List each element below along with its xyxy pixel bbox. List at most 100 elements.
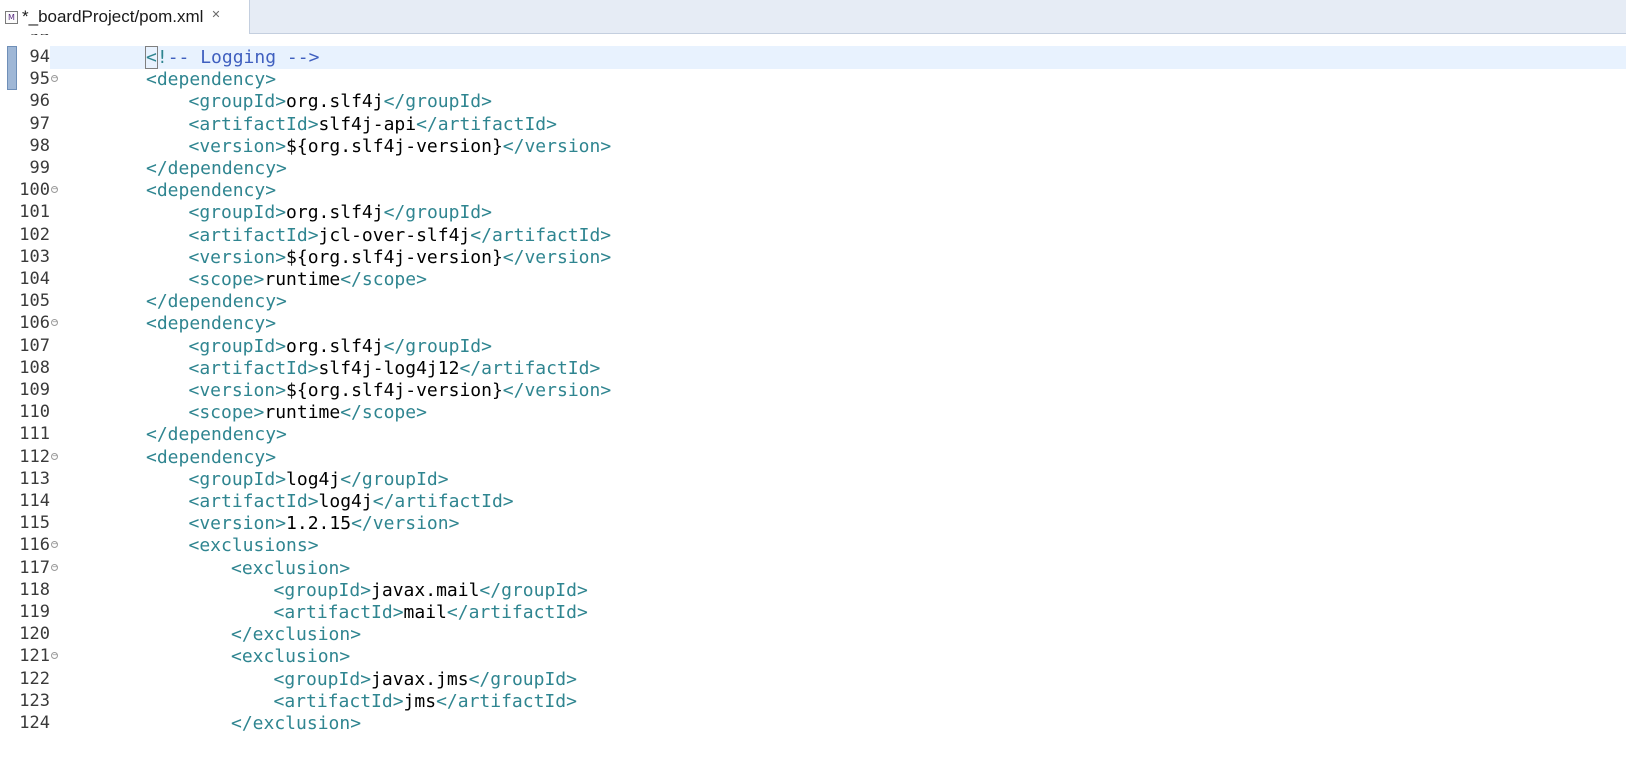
- editor-tab-bar: M *_boardProject/pom.xml ✕: [0, 0, 1626, 34]
- eclipse-editor-window: M *_boardProject/pom.xml ✕ 93 94<!-- Log…: [0, 0, 1626, 763]
- line-number: 122: [19, 668, 50, 689]
- code-line[interactable]: 105 </dependency>: [0, 290, 1626, 313]
- code-line[interactable]: 113 <groupId>log4j</groupId>: [0, 468, 1626, 491]
- fold-toggle-icon[interactable]: −: [51, 541, 58, 549]
- fold-toggle-icon[interactable]: −: [51, 563, 58, 571]
- xml-tag: <exclusion>: [231, 646, 351, 668]
- line-number: 110: [19, 402, 50, 423]
- code-line[interactable]: 97 <artifactId>slf4j-api</artifactId>: [0, 113, 1626, 136]
- code-text: </dependency>: [146, 157, 287, 180]
- line-number: 114: [19, 491, 50, 511]
- line-number: 116: [19, 535, 50, 556]
- line-number: 97: [29, 113, 50, 134]
- xml-tag: </scope>: [340, 402, 427, 424]
- code-line[interactable]: 124 </exclusion>: [0, 712, 1626, 735]
- fold-toggle-icon[interactable]: −: [51, 652, 58, 660]
- line-number: 103: [19, 246, 50, 267]
- xml-value: org.slf4j: [286, 335, 384, 357]
- line-number: 99: [29, 158, 50, 178]
- code-text: <scope>runtime</scope>: [189, 401, 427, 424]
- line-number: 111: [19, 424, 50, 445]
- xml-tag: <groupId>: [188, 335, 287, 357]
- code-line[interactable]: 112− <dependency>: [0, 446, 1626, 469]
- code-line[interactable]: 104 <scope>runtime</scope>: [0, 268, 1626, 291]
- xml-tag: <scope>: [188, 269, 265, 290]
- code-line[interactable]: 108 <artifactId>slf4j-log4j12</artifactId…: [0, 357, 1626, 380]
- xml-tag: <artifactId>: [188, 491, 319, 512]
- code-line[interactable]: 111 </dependency>: [0, 423, 1626, 446]
- code-line[interactable]: 106− <dependency>: [0, 312, 1626, 335]
- xml-value: log4j: [318, 491, 373, 512]
- fold-toggle-icon[interactable]: −: [51, 75, 58, 83]
- xml-value: slf4j-api: [318, 113, 417, 135]
- code-line[interactable]: 119 <artifactId>mail</artifactId>: [0, 601, 1626, 624]
- code-line[interactable]: 115 <version>1.2.15</version>: [0, 512, 1626, 535]
- xml-value: javax.jms: [371, 668, 469, 690]
- xml-comment: <!: [145, 46, 168, 69]
- xml-tag: </exclusion>: [231, 713, 362, 734]
- code-line[interactable]: 96 <groupId>org.slf4j</groupId>: [0, 90, 1626, 113]
- xml-value: runtime: [264, 269, 341, 290]
- code-text: <artifactId>slf4j-api</artifactId>: [189, 113, 557, 136]
- code-text: <dependency>: [146, 179, 276, 202]
- line-number: 113: [19, 468, 50, 489]
- xml-source-editor[interactable]: 93 94<!-- Logging -->95−<dependency>96<g…: [0, 34, 1626, 763]
- xml-tag: <artifactId>: [188, 357, 319, 379]
- annotation-marker[interactable]: [7, 46, 17, 90]
- code-line[interactable]: 99 </dependency>: [0, 157, 1626, 180]
- line-number: 108: [19, 357, 50, 378]
- xml-tag: </version>: [351, 513, 460, 535]
- code-line[interactable]: 122 <groupId>javax.jms</groupId>: [0, 668, 1626, 691]
- code-line[interactable]: 101 <groupId>org.slf4j</groupId>: [0, 201, 1626, 224]
- code-line[interactable]: 123 <artifactId>jms</artifactId>: [0, 690, 1626, 713]
- line-number: 117: [19, 557, 50, 578]
- line-number: 100: [19, 180, 50, 201]
- code-line[interactable]: 118 <groupId>javax.mail</groupId>: [0, 579, 1626, 602]
- code-line[interactable]: 95− <dependency>: [0, 68, 1626, 91]
- code-line[interactable]: 98 <version>${org.slf4j-version}</version…: [0, 135, 1626, 158]
- line-number: 121: [19, 646, 50, 667]
- line-number: 109: [19, 380, 50, 400]
- code-text: </exclusion>: [231, 712, 361, 735]
- line-number: 105: [19, 291, 50, 312]
- xml-tag: </artifactId>: [459, 357, 601, 379]
- code-line[interactable]: 107 <groupId>org.slf4j</groupId>: [0, 335, 1626, 358]
- xml-tag: <artifactId>: [188, 113, 319, 135]
- close-icon[interactable]: ✕: [211, 8, 220, 21]
- xml-value: ${org.slf4j-version}: [286, 135, 503, 157]
- code-text: <version>${org.slf4j-version}</version>: [189, 379, 612, 402]
- code-line[interactable]: 103 <version>${org.slf4j-version}</versio…: [0, 246, 1626, 269]
- code-line[interactable]: 100− <dependency>: [0, 179, 1626, 202]
- code-line[interactable]: 114 <artifactId>log4j</artifactId>: [0, 490, 1626, 513]
- xml-tag: <artifactId>: [188, 224, 319, 246]
- xml-tag: </groupId>: [468, 668, 577, 690]
- code-text: <groupId>org.slf4j</groupId>: [189, 90, 492, 113]
- fold-toggle-icon[interactable]: −: [51, 319, 58, 327]
- code-line[interactable]: 110 <scope>runtime</scope>: [0, 401, 1626, 424]
- xml-value: runtime: [264, 402, 341, 424]
- fold-toggle-icon[interactable]: −: [51, 452, 58, 460]
- xml-tag: </dependency>: [146, 291, 287, 313]
- code-line[interactable]: 117− <exclusion>: [0, 557, 1626, 580]
- tab-pom-xml[interactable]: M *_boardProject/pom.xml ✕: [0, 0, 250, 34]
- xml-value: ${org.slf4j-version}: [286, 380, 503, 401]
- xml-tag: <artifactId>: [273, 602, 404, 623]
- xml-tag: </groupId>: [340, 468, 449, 490]
- xml-value: jms: [403, 690, 437, 712]
- code-line[interactable]: 116− <exclusions>: [0, 534, 1626, 557]
- xml-tag: <version>: [188, 513, 287, 535]
- line-number: 102: [19, 224, 50, 245]
- code-line[interactable]: 102 <artifactId>jcl-over-slf4j</artifactI…: [0, 224, 1626, 247]
- xml-tag: <groupId>: [188, 202, 287, 224]
- xml-tag: <dependency>: [146, 446, 277, 468]
- fold-toggle-icon[interactable]: −: [51, 186, 58, 194]
- code-line[interactable]: 94 <!-- Logging -->: [0, 46, 1626, 69]
- code-line[interactable]: 109 <version>${org.slf4j-version}</versio…: [0, 379, 1626, 402]
- line-number: 96: [29, 91, 50, 112]
- xml-value: log4j: [286, 468, 341, 490]
- code-line[interactable]: 120 </exclusion>: [0, 623, 1626, 646]
- code-text: <artifactId>jms</artifactId>: [274, 690, 577, 713]
- code-line[interactable]: 121− <exclusion>: [0, 645, 1626, 668]
- line-number: 124: [19, 713, 50, 733]
- line-number: 104: [19, 269, 50, 289]
